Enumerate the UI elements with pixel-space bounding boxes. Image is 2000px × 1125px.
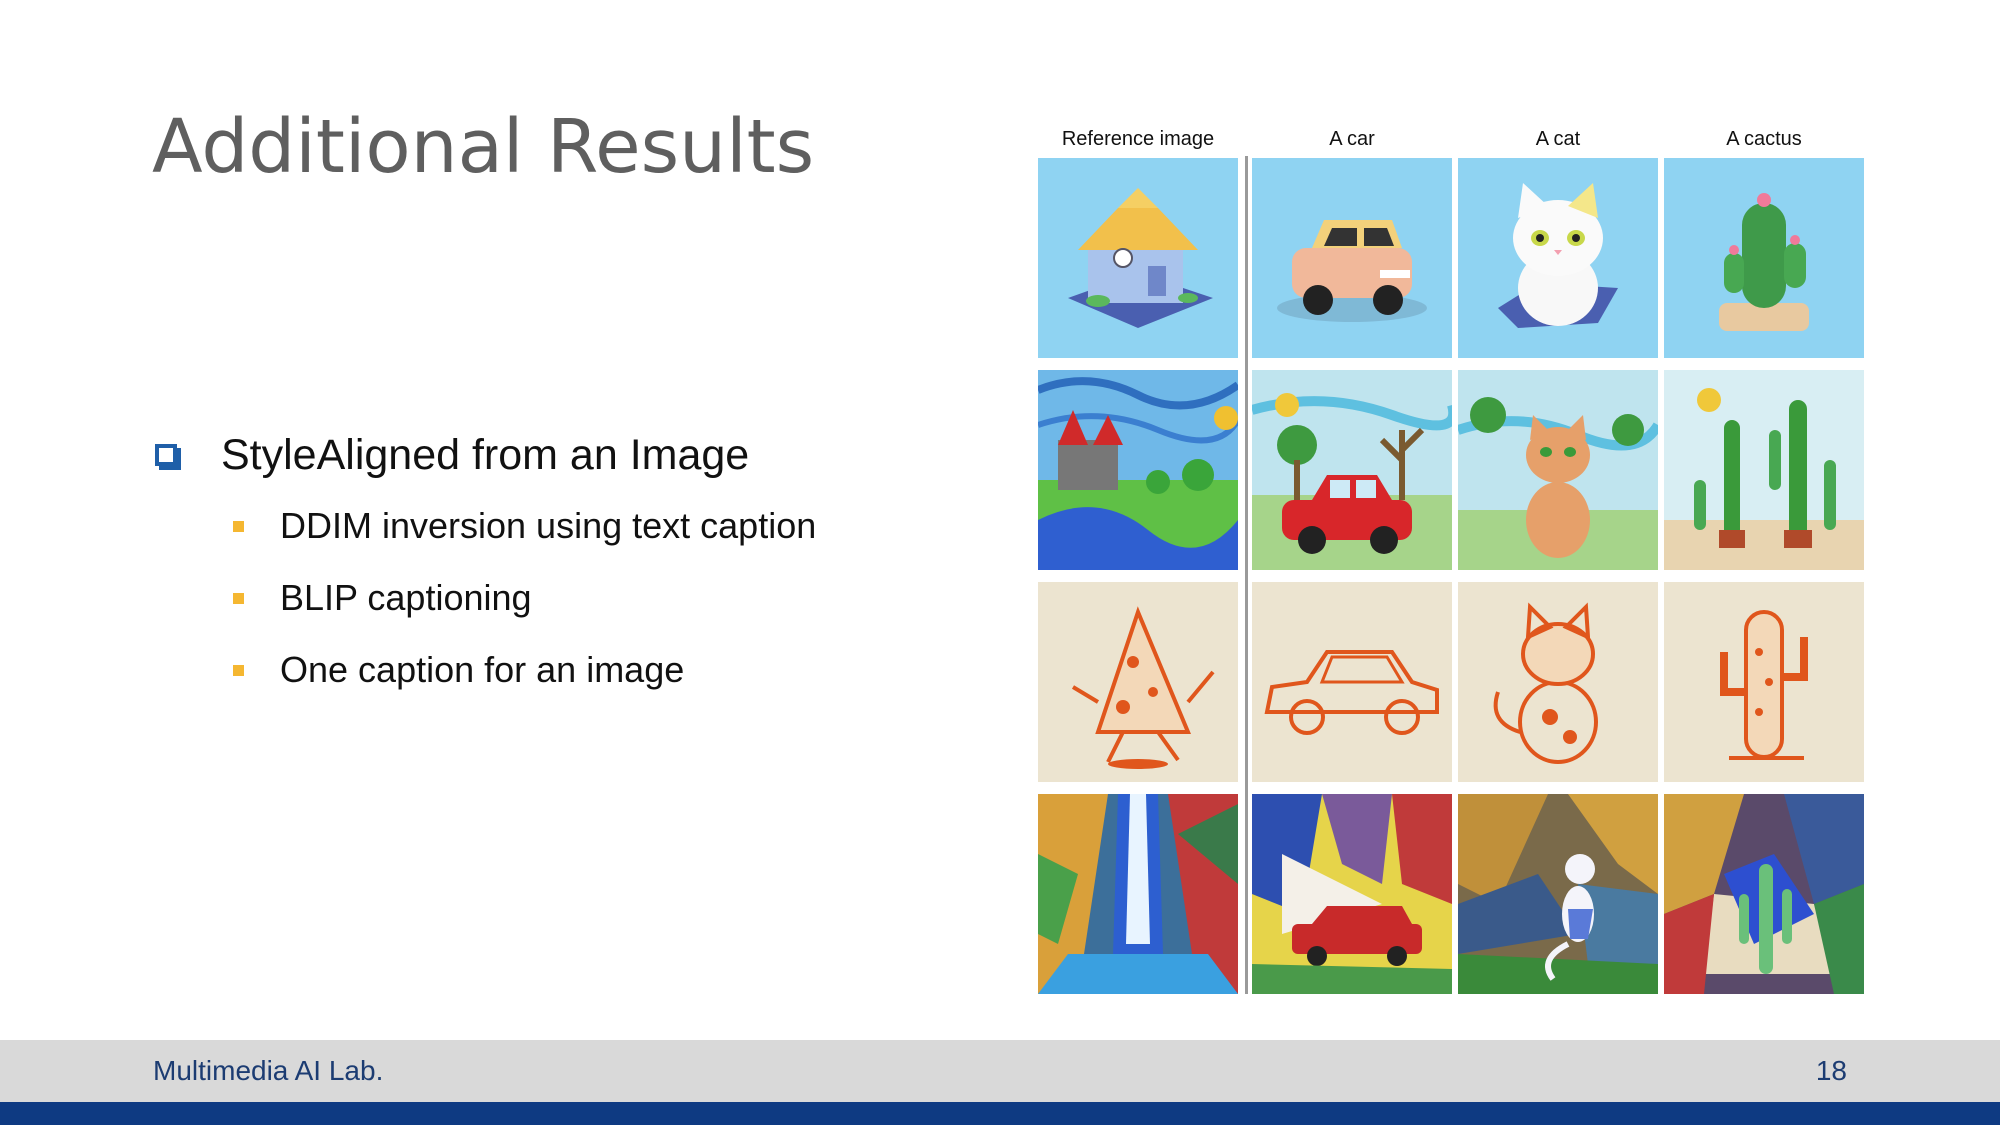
image-crayon-cat	[1458, 370, 1658, 570]
sub-bullet-text: DDIM inversion using text caption	[280, 505, 817, 546]
image-toy-car	[1252, 158, 1452, 358]
slide-title: Additional Results	[152, 104, 815, 190]
image-crayon-car	[1252, 370, 1452, 570]
image-crayon-cactus	[1664, 370, 1864, 570]
page-number: 18	[1815, 1055, 1847, 1086]
image-toy-cactus	[1664, 158, 1864, 358]
image-toy-house	[1038, 158, 1238, 358]
sub-bullet-text: BLIP captioning	[280, 577, 532, 618]
image-cubist-waterfall	[1038, 794, 1238, 994]
image-lineart-cactus	[1664, 582, 1864, 782]
square-bullet-icon	[233, 520, 244, 532]
image-lineart-cheese	[1038, 582, 1238, 782]
column-header-cat: A cat	[1535, 128, 1581, 150]
bullet-main: StyleAligned from an Image	[155, 420, 816, 490]
square-bullet-icon	[233, 664, 244, 676]
image-cubist-cactus	[1664, 794, 1864, 994]
results-figure: Reference image A car A cat A cactus	[1038, 128, 1864, 996]
square-bullet-icon	[233, 592, 244, 604]
sub-bullet-text: One caption for an image	[280, 649, 685, 690]
column-header-cactus: A cactus	[1726, 128, 1802, 150]
image-crayon-castle	[1038, 370, 1238, 570]
sub-bullet: One caption for an image	[233, 634, 816, 706]
image-cubist-car	[1252, 794, 1452, 994]
image-cubist-cat	[1458, 794, 1658, 994]
footer-bar: Multimedia AI Lab. 18	[0, 1040, 2000, 1102]
image-lineart-cat	[1458, 582, 1658, 782]
reference-divider	[1245, 156, 1248, 994]
bullet-list: StyleAligned from an Image DDIM inversio…	[155, 420, 816, 706]
sub-bullet: DDIM inversion using text caption	[233, 490, 816, 562]
column-header-reference: Reference image	[1061, 128, 1215, 150]
column-header-car: A car	[1329, 128, 1375, 150]
image-toy-cat	[1458, 158, 1658, 358]
sub-bullet: BLIP captioning	[233, 562, 816, 634]
image-lineart-car	[1252, 582, 1452, 782]
footer-lab-name: Multimedia AI Lab.	[153, 1055, 384, 1086]
bullet-main-text: StyleAligned from an Image	[221, 430, 750, 479]
hollow-square-bullet-icon	[155, 444, 177, 466]
footer-accent-bar	[0, 1102, 2000, 1125]
